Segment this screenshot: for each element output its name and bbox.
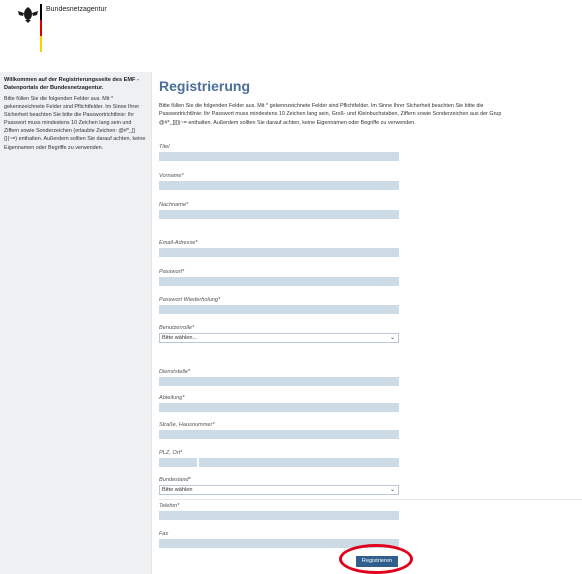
fax-label: Fax	[159, 531, 169, 537]
strasse-label: Straße, Hausnummer*	[159, 422, 215, 428]
divider	[159, 499, 582, 500]
sidebar: Willkommen auf der Registrierungsseite d…	[0, 72, 152, 574]
email-label: Email-Adresse*	[159, 240, 198, 246]
passwort-label: Passwort*	[159, 269, 185, 275]
field-benutzerrolle: Benutzerrolle* Bitte wählen... ⌄	[159, 324, 399, 343]
sidebar-text: Bitte füllen Sie die folgenden Felder au…	[4, 96, 146, 151]
field-nachname: Nachname*	[159, 201, 399, 219]
field-passwort: Passwort*	[159, 268, 399, 286]
dienststelle-label: Dienststelle*	[159, 369, 191, 375]
plz-input[interactable]	[159, 458, 197, 467]
chevron-down-icon: ⌄	[389, 335, 395, 341]
intro-line: Bitte füllen Sie die folgenden Felder au…	[159, 103, 484, 109]
nachname-label: Nachname*	[159, 202, 189, 208]
passwort-wiederholung-input[interactable]	[159, 305, 399, 314]
passwort-input[interactable]	[159, 277, 399, 286]
intro-line: @#*_[]{}|~= enthalten. Außerdem sollten …	[159, 119, 416, 126]
field-strasse: Straße, Hausnummer*	[159, 421, 399, 439]
field-titel: Titel	[159, 143, 399, 161]
field-abteilung: Abteilung*	[159, 394, 399, 412]
telefon-input[interactable]	[159, 511, 399, 520]
titel-input[interactable]	[159, 152, 399, 161]
abteilung-input[interactable]	[159, 403, 399, 412]
intro-text: Bitte füllen Sie die folgenden Felder au…	[159, 102, 582, 127]
header: Bundesnetzagentur	[0, 0, 582, 60]
chevron-down-icon: ⌄	[389, 487, 395, 493]
highlight-circle	[339, 544, 413, 574]
sidebar-title: Willkommen auf der Registrierungsseite d…	[4, 77, 139, 91]
field-dienststelle: Dienststelle*	[159, 368, 399, 386]
federal-eagle-icon	[18, 7, 38, 23]
intro-line: Passwortrichtlinie: Ihr Passwort muss mi…	[159, 111, 502, 118]
plz-ort-label: PLZ, Ort*	[159, 450, 183, 456]
field-bundesland: Bundesland* Bitte wählen ⌄	[159, 476, 399, 495]
benutzerrolle-select[interactable]: Bitte wählen... ⌄	[159, 333, 399, 343]
passwort-wiederholung-label: Passwort Wiederholung*	[159, 297, 221, 303]
dienststelle-input[interactable]	[159, 377, 399, 386]
field-passwort-wiederholung: Passwort Wiederholung*	[159, 296, 399, 314]
field-email: Email-Adresse*	[159, 239, 399, 257]
nachname-input[interactable]	[159, 210, 399, 219]
benutzerrolle-value: Bitte wählen...	[162, 335, 198, 341]
titel-label: Titel	[159, 144, 170, 150]
bundesland-value: Bitte wählen	[162, 487, 193, 493]
flag-bar	[40, 4, 42, 52]
bundesland-select[interactable]: Bitte wählen ⌄	[159, 485, 399, 495]
ort-input[interactable]	[199, 458, 399, 467]
plz-ort-inputs	[159, 458, 399, 467]
bundesland-label: Bundesland*	[159, 477, 191, 483]
email-input[interactable]	[159, 248, 399, 257]
field-plz-ort: PLZ, Ort*	[159, 449, 399, 467]
vorname-input[interactable]	[159, 181, 399, 190]
brand-name: Bundesnetzagentur	[46, 6, 107, 13]
telefon-label: Telefon*	[159, 503, 180, 509]
field-vorname: Vorname*	[159, 172, 399, 190]
field-telefon: Telefon*	[159, 502, 399, 520]
benutzerrolle-label: Benutzerrolle*	[159, 325, 195, 331]
abteilung-label: Abteilung*	[159, 395, 185, 401]
page-title: Registrierung	[159, 78, 251, 94]
strasse-input[interactable]	[159, 430, 399, 439]
vorname-label: Vorname*	[159, 173, 184, 179]
